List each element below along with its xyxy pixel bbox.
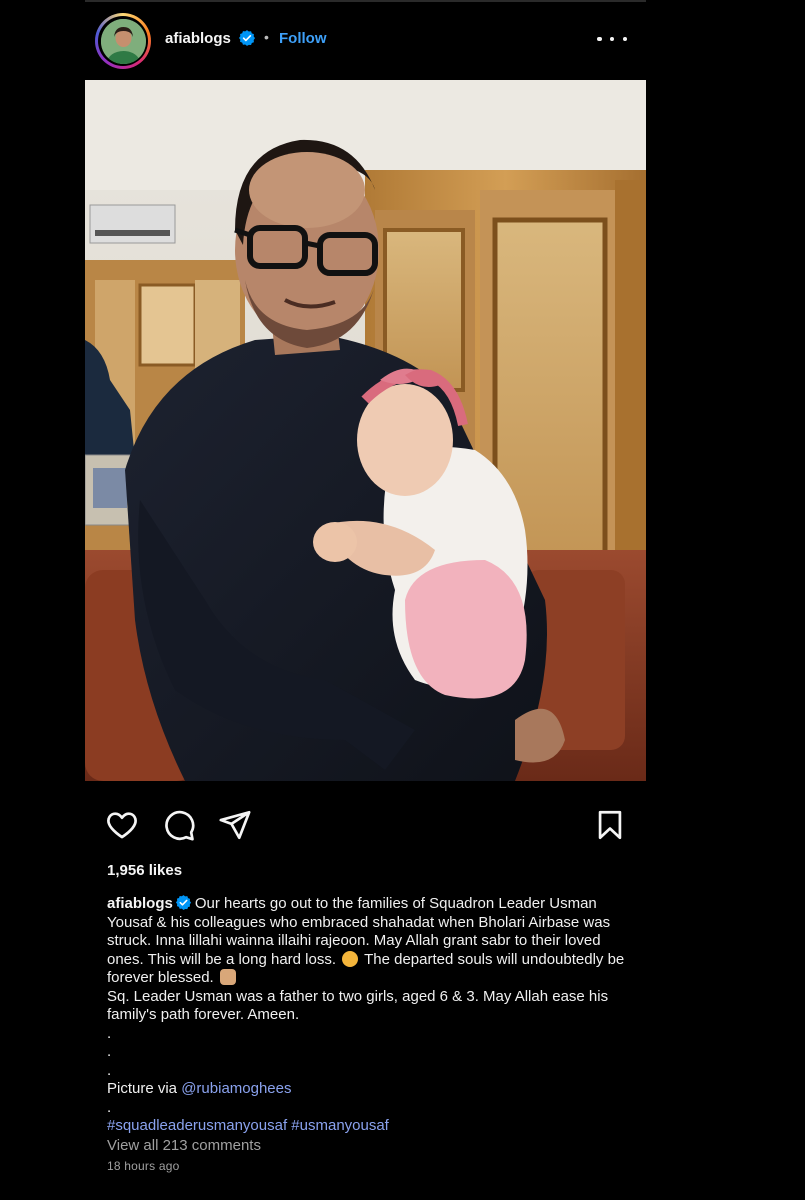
heart-icon[interactable] <box>105 808 139 842</box>
avatar-story-ring[interactable] <box>95 13 151 69</box>
post-photo[interactable] <box>85 80 646 781</box>
caption-username[interactable]: afiablogs <box>107 895 173 912</box>
post-header: afiablogs • Follow <box>85 10 646 70</box>
caption-dot: . <box>107 1061 112 1079</box>
divider <box>85 0 646 2</box>
caption-paragraph: Sq. Leader Usman was a father to two gir… <box>107 987 609 1024</box>
open-hands-icon <box>219 969 236 985</box>
post-caption: afiablogs Our hearts go out to the famili… <box>107 894 627 1136</box>
verified-badge-icon <box>238 30 256 46</box>
caption-dot: . <box>107 1098 112 1116</box>
caption-dot: . <box>107 1043 112 1060</box>
avatar[interactable] <box>100 18 146 64</box>
bookmark-icon[interactable] <box>593 808 627 842</box>
caption-dot: . <box>107 1024 112 1042</box>
verified-badge-icon <box>175 895 191 910</box>
picture-credit-label: Picture via <box>107 1080 178 1097</box>
photo-illustration <box>85 80 646 781</box>
mention-link[interactable]: @rubiamoghees <box>181 1080 291 1097</box>
username-link[interactable]: afiablogs <box>165 30 231 47</box>
instagram-post: afiablogs • Follow 1,956 likes afiablogs… <box>0 0 805 1200</box>
follow-button[interactable]: Follow <box>279 30 327 47</box>
more-options-icon[interactable] <box>597 26 627 52</box>
separator-dot: • <box>264 29 269 45</box>
disappointed-face-icon <box>342 950 359 967</box>
post-actions <box>85 800 646 848</box>
post-timestamp: 18 hours ago <box>107 1159 180 1173</box>
like-count[interactable]: 1,956 likes <box>107 862 182 879</box>
comment-icon[interactable] <box>162 808 196 842</box>
view-all-comments-link[interactable]: View all 213 comments <box>107 1137 261 1154</box>
avatar-image <box>100 18 146 64</box>
paper-plane-icon[interactable] <box>218 808 252 842</box>
hashtags-link[interactable]: #squadleaderusmanyousaf #usmanyousaf <box>107 1117 627 1136</box>
